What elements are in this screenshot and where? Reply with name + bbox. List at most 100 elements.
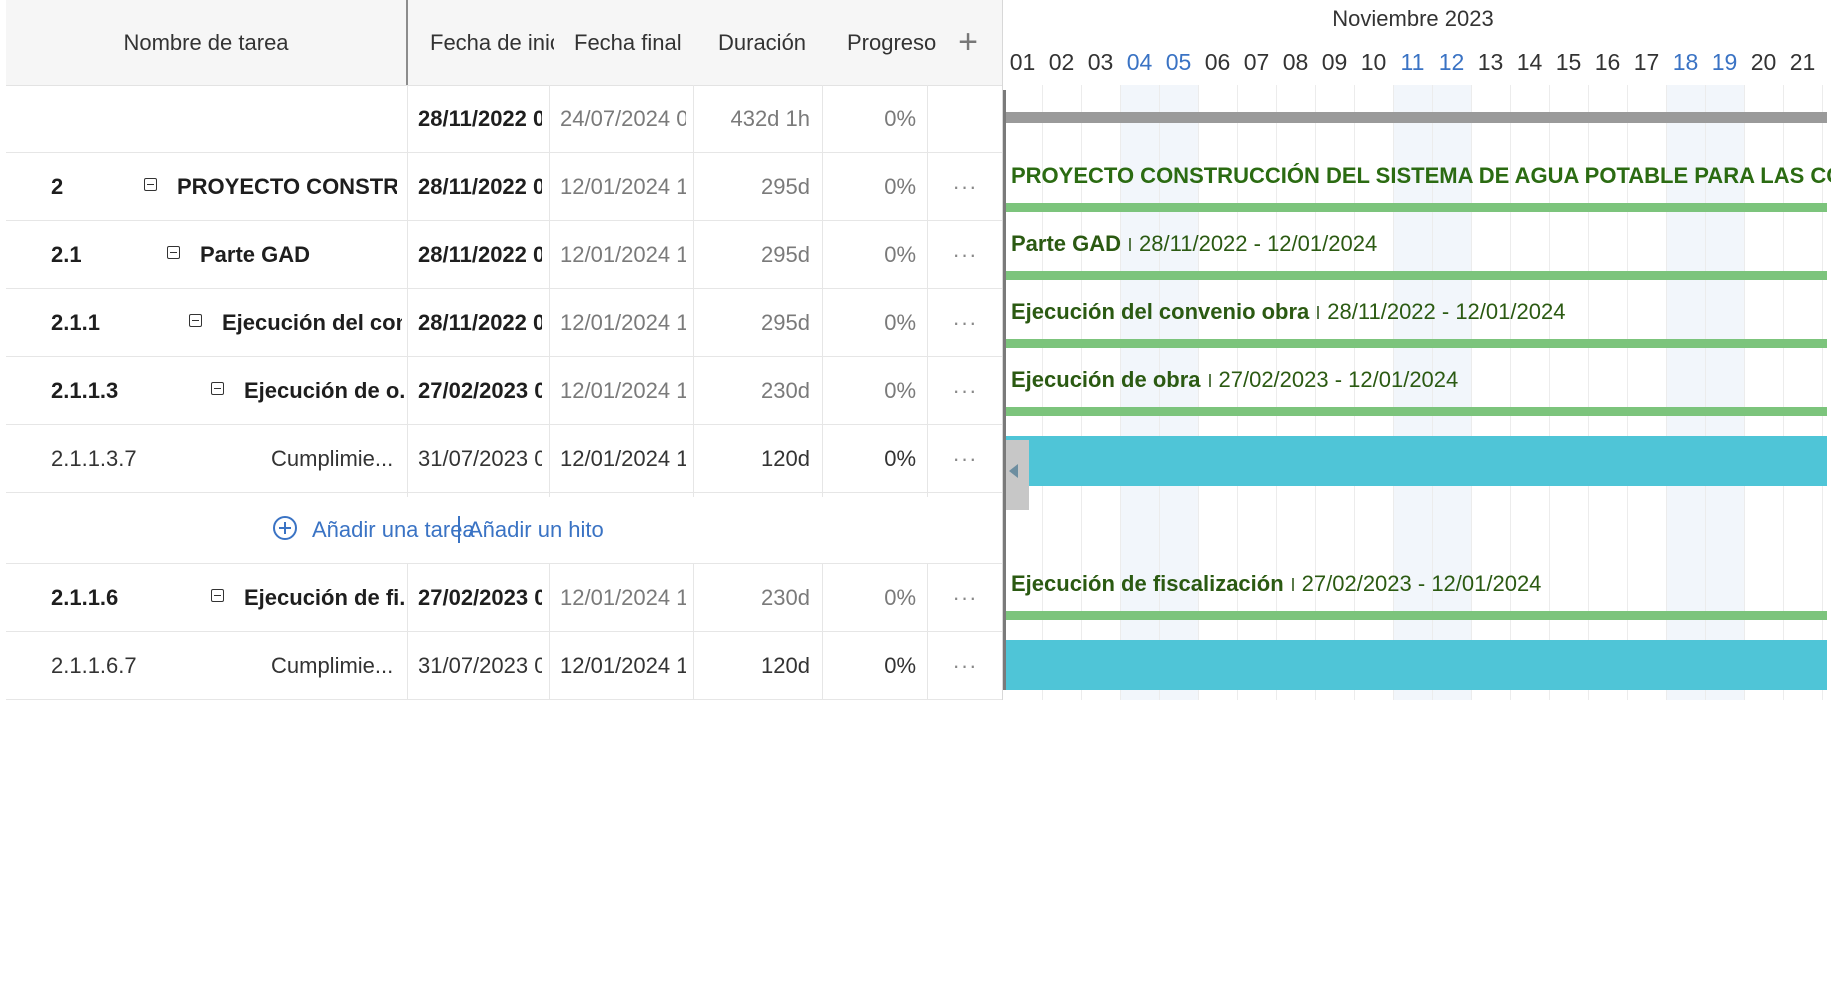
row-more-button[interactable]: ··· xyxy=(928,425,1002,492)
label-separator xyxy=(1208,373,1211,387)
progress-cell[interactable]: 0% xyxy=(826,425,916,492)
table-row[interactable]: 2 PROYECTO CONSTR... 28/11/2022 08 12/01… xyxy=(6,153,1002,221)
gantt-chart[interactable]: Noviembre 2023 01 02 03 04 05 06 07 08 09 10 11 12 1… xyxy=(1002,0,1831,700)
duration-cell[interactable]: 230d xyxy=(706,564,810,631)
row-more-button[interactable]: ··· xyxy=(928,357,1002,424)
grid-header: Nombre de tarea Fecha de inicio Fecha fi… xyxy=(6,0,1002,86)
task-name-cell[interactable]: Cumplimie... xyxy=(271,425,401,492)
progress-cell[interactable]: 0% xyxy=(826,632,916,699)
start-date-cell[interactable]: 31/07/2023 08 xyxy=(418,632,542,699)
project-group-bar[interactable] xyxy=(1005,203,1827,212)
end-date-cell[interactable]: 12/01/2024 17 xyxy=(560,289,686,356)
wbs-cell: 2.1.1.3 xyxy=(51,377,119,403)
group-bar[interactable] xyxy=(1005,271,1827,280)
task-bar[interactable] xyxy=(1005,640,1827,690)
timeline-day: 11 xyxy=(1400,49,1425,75)
collapse-icon[interactable] xyxy=(167,246,180,259)
add-milestone-link[interactable]: Añadir un hito xyxy=(468,496,604,563)
task-name-cell[interactable]: Ejecución de o... xyxy=(244,357,404,424)
task-name-cell[interactable]: Ejecución de fi... xyxy=(244,564,404,631)
progress-cell[interactable]: 0% xyxy=(826,289,916,356)
end-date-cell[interactable]: 12/01/2024 17 xyxy=(560,632,686,699)
row-more-button[interactable]: ··· xyxy=(928,153,1002,220)
timeline-day: 18 xyxy=(1672,49,1699,75)
collapse-icon[interactable] xyxy=(189,314,202,327)
start-date-cell[interactable]: 31/07/2023 08 xyxy=(418,425,542,492)
start-date-cell[interactable]: 28/11/2022 08 xyxy=(418,85,542,152)
add-task-link[interactable]: Añadir una tarea xyxy=(312,496,475,563)
collapse-icon[interactable] xyxy=(144,178,157,191)
table-row[interactable]: 2.1.1.6 Ejecución de fi... 27/02/2023 08… xyxy=(6,564,1002,632)
table-row[interactable]: 2.1 Parte GAD 28/11/2022 08 12/01/2024 1… xyxy=(6,221,1002,289)
project-summary-bar[interactable] xyxy=(1005,112,1827,123)
row-more-button[interactable]: ··· xyxy=(928,564,1002,631)
group-bar[interactable] xyxy=(1005,407,1827,416)
start-date-cell[interactable]: 27/02/2023 08 xyxy=(418,357,542,424)
progress-cell[interactable]: 0% xyxy=(826,564,916,631)
table-row[interactable]: 2.1.1.6.7 Cumplimie... 31/07/2023 08 12/… xyxy=(6,632,1002,700)
col-header-name[interactable]: Nombre de tarea xyxy=(6,0,406,85)
duration-cell[interactable]: 120d xyxy=(706,425,810,492)
duration-cell[interactable]: 120d xyxy=(706,632,810,699)
col-header-start[interactable]: Fecha de inicio xyxy=(430,0,554,85)
wbs-cell: 2.1.1.6.7 xyxy=(51,652,137,678)
end-date-cell[interactable]: 12/01/2024 17 xyxy=(560,425,686,492)
group-name: Ejecución del convenio obra xyxy=(1011,299,1310,324)
col-header-end[interactable]: Fecha final xyxy=(574,0,694,85)
start-date-cell[interactable]: 28/11/2022 08 xyxy=(418,153,542,220)
task-name-cell[interactable]: Cumplimie... xyxy=(271,632,401,699)
task-bar[interactable] xyxy=(1005,436,1827,486)
bar-resize-handle[interactable] xyxy=(1003,440,1029,510)
duration-cell[interactable]: 230d xyxy=(706,357,810,424)
group-bar[interactable] xyxy=(1005,611,1827,620)
task-name-cell[interactable]: Ejecución del con... xyxy=(222,289,402,356)
collapse-icon[interactable] xyxy=(211,589,224,602)
start-date-cell[interactable]: 28/11/2022 08 xyxy=(418,221,542,288)
progress-cell[interactable]: 0% xyxy=(826,85,916,152)
progress-cell[interactable]: 0% xyxy=(826,221,916,288)
row-more-button[interactable]: ··· xyxy=(928,221,1002,288)
progress-cell[interactable]: 0% xyxy=(826,153,916,220)
group-bar-label: Ejecución de obra 27/02/2023 - 12/01/202… xyxy=(1011,360,1458,400)
table-row[interactable]: 2.1.1.3.7 Cumplimie... 31/07/2023 08 12/… xyxy=(6,425,1002,493)
table-row[interactable]: 2.1.1.3 Ejecución de o... 27/02/2023 08 … xyxy=(6,357,1002,425)
row-more-button[interactable]: ··· xyxy=(928,632,1002,699)
timeline-day: 21 xyxy=(1789,49,1816,75)
collapse-icon[interactable] xyxy=(211,382,224,395)
progress-cell[interactable]: 0% xyxy=(826,357,916,424)
end-date-cell[interactable]: 12/01/2024 17 xyxy=(560,564,686,631)
task-name-cell[interactable]: Parte GAD xyxy=(200,221,400,288)
timeline-day: 05 xyxy=(1165,49,1192,75)
end-date-cell[interactable]: 24/07/2024 09 xyxy=(560,85,686,152)
task-name-cell[interactable]: PROYECTO CONSTR... xyxy=(177,153,397,220)
col-header-duration[interactable]: Duración xyxy=(718,0,818,85)
end-date-cell[interactable]: 12/01/2024 17 xyxy=(560,153,686,220)
table-row[interactable]: 2.1.1 Ejecución del con... 28/11/2022 08… xyxy=(6,289,1002,357)
group-name: Ejecución de obra xyxy=(1011,367,1201,392)
group-name: Ejecución de fiscalización xyxy=(1011,571,1284,596)
duration-cell[interactable]: 295d xyxy=(706,289,810,356)
timeline-start-edge xyxy=(1003,90,1006,690)
start-date-cell[interactable]: 27/02/2023 08 xyxy=(418,564,542,631)
add-circle-icon[interactable] xyxy=(273,516,297,540)
duration-cell[interactable]: 432d 1h xyxy=(706,85,810,152)
group-dates: 27/02/2023 - 12/01/2024 xyxy=(1218,367,1459,392)
group-bar[interactable] xyxy=(1005,339,1827,348)
add-column-button[interactable]: + xyxy=(934,0,1002,85)
column-resize-handle[interactable] xyxy=(406,0,408,85)
timeline-month: Noviembre 2023 xyxy=(1332,6,1494,31)
label-separator xyxy=(1317,305,1320,319)
col-header-progress[interactable]: Progreso xyxy=(847,0,947,85)
duration-cell[interactable]: 295d xyxy=(706,153,810,220)
group-bar-label: Parte GAD 28/11/2022 - 12/01/2024 xyxy=(1011,224,1377,264)
start-date-cell[interactable]: 28/11/2022 08 xyxy=(418,289,542,356)
timeline-day: 09 xyxy=(1321,49,1348,75)
timeline-day: 07 xyxy=(1243,49,1270,75)
summary-row[interactable]: 28/11/2022 08 24/07/2024 09 432d 1h 0% xyxy=(6,85,1002,153)
timeline-day: 19 xyxy=(1711,49,1738,75)
duration-cell[interactable]: 295d xyxy=(706,221,810,288)
end-date-cell[interactable]: 12/01/2024 17 xyxy=(560,221,686,288)
timeline-day: 04 xyxy=(1126,49,1153,75)
end-date-cell[interactable]: 12/01/2024 17 xyxy=(560,357,686,424)
row-more-button[interactable]: ··· xyxy=(928,289,1002,356)
